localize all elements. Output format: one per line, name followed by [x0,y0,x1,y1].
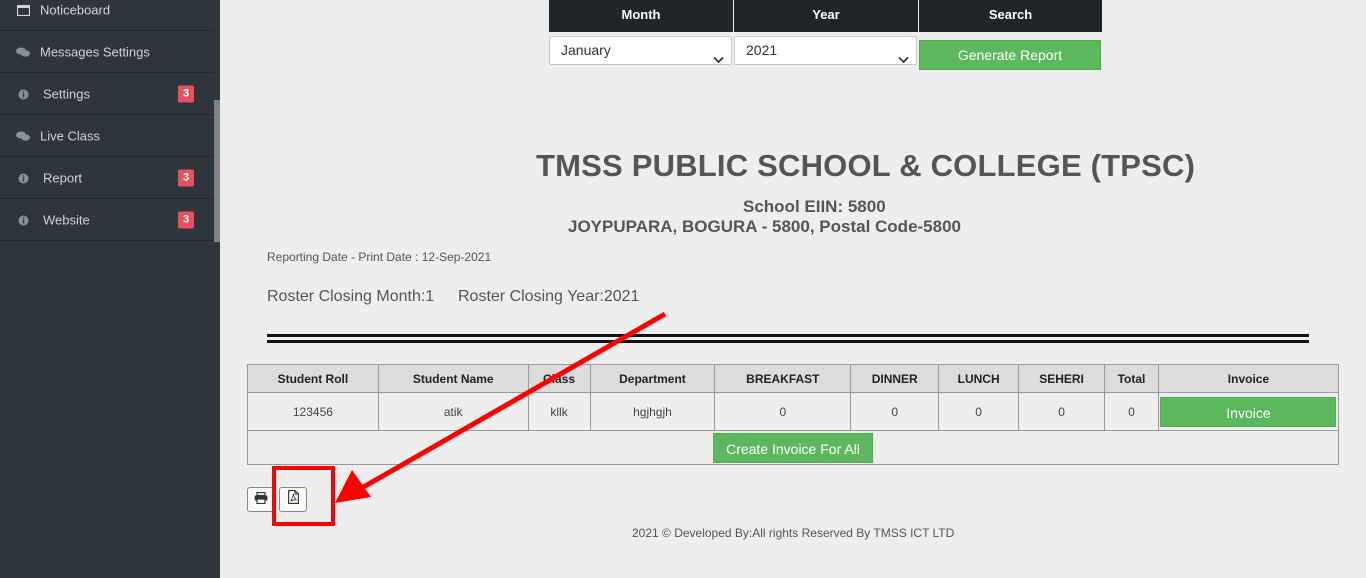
dinner-cell: 0 [850,392,940,431]
sidebar-item-website[interactable]: Website 3 [0,200,214,241]
chevron-down-icon [898,46,909,73]
column-header: Invoice [1157,364,1340,393]
sidebar-item-label: Settings [43,86,90,102]
info-icon [16,214,30,226]
column-header: BREAKFAST [714,364,852,393]
sidebar-item-label: Noticeboard [40,2,111,18]
sidebar-item-report[interactable]: Report 3 [0,158,214,199]
school-address: JOYPUPARA, BOGURA - 5800, Postal Code-58… [568,217,962,236]
sidebar-item-live-class[interactable]: Live Class [0,116,214,157]
sidebar-item-label: Messages Settings [40,44,150,60]
column-header: SEHERI [1018,364,1105,393]
table-footer-row: Create Invoice For All [247,430,1339,465]
student-roll-cell: 123456 [247,392,379,431]
department-cell: hgjhgjh [589,392,716,431]
sidebar-item-noticeboard[interactable]: Noticeboard [0,0,214,31]
breakfast-cell: 0 [714,392,852,431]
print-button[interactable] [247,487,275,512]
comments-icon [16,130,30,142]
sidebar-item-label: Live Class [40,128,100,144]
school-title: TMSS PUBLIC SCHOOL & COLLEGE (TPSC) [536,148,1196,183]
roster-closing-month: Roster Closing Month:1 [267,288,435,305]
month-select-value: January [561,42,611,58]
column-header: DINNER [850,364,940,393]
invoice-button[interactable]: Invoice [1160,396,1337,427]
notification-badge: 3 [178,211,194,229]
total-cell: 0 [1104,392,1159,431]
create-invoice-cell: Create Invoice For All [247,430,1339,465]
invoice-cell: Invoice [1157,392,1340,431]
highlight-box [272,466,335,526]
chevron-down-icon [713,46,724,73]
table-row: 123456 atik kllk hgjhgjh 0 0 0 0 0 Invoi… [247,392,1340,431]
notification-badge: 3 [178,169,194,187]
month-header: Month [549,0,733,32]
print-icon [254,491,268,509]
column-header: Student Name [377,364,529,393]
column-header: Student Roll [247,364,379,393]
reporting-date: Reporting Date - Print Date : 12-Sep-202… [267,250,492,264]
roster-closing-year: Roster Closing Year:2021 [458,288,640,305]
table-header-row: Student Roll Student Name Class Departme… [247,364,1340,393]
year-header: Year [734,0,918,32]
sidebar-item-settings[interactable]: Settings 3 [0,74,214,115]
divider [267,334,1309,337]
info-icon [16,172,30,184]
comments-icon [16,46,30,58]
notification-badge: 3 [178,85,194,103]
class-cell: kllk [527,392,591,431]
footer-text: 2021 © Developed By:All rights Reserved … [632,526,955,540]
school-eiin: School EIIN: 5800 [743,197,886,216]
column-header: Total [1104,364,1159,393]
sidebar-item-label: Website [43,212,90,228]
column-header: LUNCH [938,364,1020,393]
info-icon [16,88,30,100]
roster-table: Student Roll Student Name Class Departme… [247,364,1340,465]
sidebar-item-messages-settings[interactable]: Messages Settings [0,32,214,73]
sidebar-scrollbar[interactable] [214,100,220,242]
sidebar: Noticeboard Messages Settings Settings 3… [0,0,220,578]
search-header: Search [919,0,1102,32]
create-invoice-for-all-button[interactable]: Create Invoice For All [713,432,873,463]
year-select[interactable]: 2021 [734,36,917,65]
year-select-value: 2021 [746,42,778,58]
lunch-cell: 0 [938,392,1020,431]
column-header: Class [527,364,591,393]
sidebar-item-label: Report [43,170,83,186]
month-select[interactable]: January [549,36,732,65]
divider [267,340,1309,343]
window-icon [16,4,30,16]
seheri-cell: 0 [1018,392,1105,431]
column-header: Department [589,364,716,393]
student-name-cell: atik [377,392,529,431]
generate-report-button[interactable]: Generate Report [919,40,1101,70]
